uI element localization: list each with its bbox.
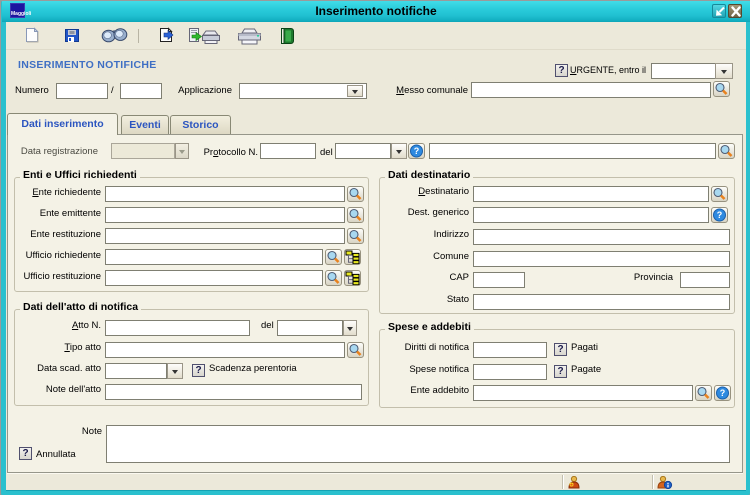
svg-text:?: ? — [414, 146, 420, 156]
svg-text:?: ? — [720, 388, 726, 398]
svg-text:?: ? — [717, 210, 723, 220]
